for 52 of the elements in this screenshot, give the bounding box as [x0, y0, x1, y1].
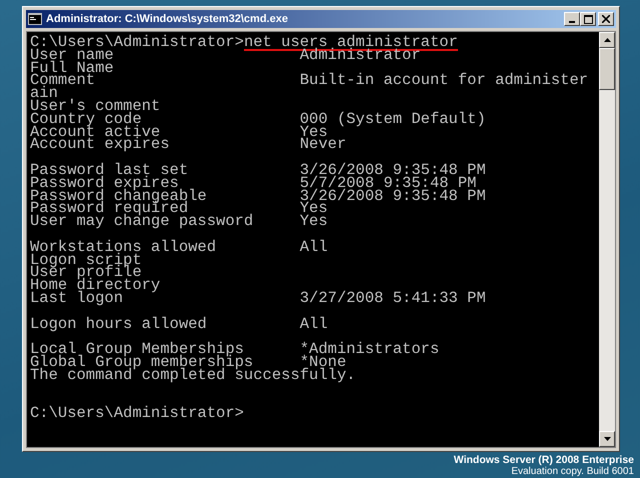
triangle-up-icon: [604, 38, 610, 42]
console-icon: [28, 13, 42, 25]
prompt-text: C:\Users\Administrator>: [30, 407, 244, 420]
field-value: Yes: [300, 215, 328, 228]
field-label: User may change password: [30, 215, 254, 228]
field-value: Yes: [300, 202, 328, 216]
field-label: Password last set: [30, 164, 190, 177]
field-label: Country code: [30, 112, 142, 126]
close-icon: [602, 15, 610, 23]
field-value: *Administrators: [300, 343, 440, 356]
triangle-down-icon: [604, 437, 610, 441]
output-text: Home directory: [30, 279, 160, 292]
edition-text: Evaluation copy. Build 6001: [511, 466, 634, 478]
field-label: Password required: [30, 202, 188, 216]
field-label: Comment: [30, 74, 96, 88]
product-name: Windows Server (R) 2008 Enterprise: [454, 454, 634, 466]
output-text: ain: [30, 87, 58, 100]
field-value: 3/27/2008 5:41:33 PM: [300, 292, 486, 305]
scrollbar[interactable]: [599, 32, 615, 447]
scroll-up-button[interactable]: [599, 32, 615, 48]
scroll-thumb[interactable]: [599, 48, 615, 90]
field-label: Last logon: [30, 292, 124, 305]
field-label: Local Group Memberships: [30, 343, 244, 356]
output-text: Logon script: [30, 254, 142, 266]
field-value: Yes: [300, 126, 328, 138]
field-value: All: [300, 240, 328, 254]
output-text: User profile: [30, 266, 142, 280]
output-text: The command completed successfully.: [30, 368, 356, 382]
scroll-down-button[interactable]: [599, 431, 615, 447]
maximize-button[interactable]: [580, 12, 596, 26]
maximize-icon: [584, 14, 592, 24]
field-label: Workstations allowed: [30, 240, 218, 254]
field-value: Administrator: [300, 48, 421, 62]
field-value: Built-in account for administer: [300, 74, 588, 88]
field-label: User name: [30, 48, 114, 62]
field-value: 5/7/2008 9:35:48 PM: [300, 176, 476, 190]
field-value: 000 (System Default): [300, 112, 486, 126]
field-value: Never: [300, 138, 346, 152]
field-label: Account active: [30, 126, 160, 138]
field-value: 3/26/2008 9:35:48 PM: [300, 190, 486, 202]
field-label: Password expires: [30, 176, 179, 190]
output-text: User's comment: [30, 100, 160, 113]
field-value: All: [300, 318, 328, 330]
minimize-button[interactable]: [564, 12, 580, 26]
window-title: Administrator: C:\Windows\system32\cmd.exe: [46, 13, 289, 25]
field-value: *None: [300, 356, 346, 369]
field-value: 3/26/2008 9:35:48 PM: [300, 164, 486, 177]
prompt-text: C:\Users\Administrator>: [30, 36, 244, 49]
close-button[interactable]: [598, 12, 614, 26]
field-label: Account expires: [30, 138, 171, 152]
field-label: Logon hours allowed: [30, 318, 208, 330]
output-text: Full Name: [30, 62, 114, 74]
